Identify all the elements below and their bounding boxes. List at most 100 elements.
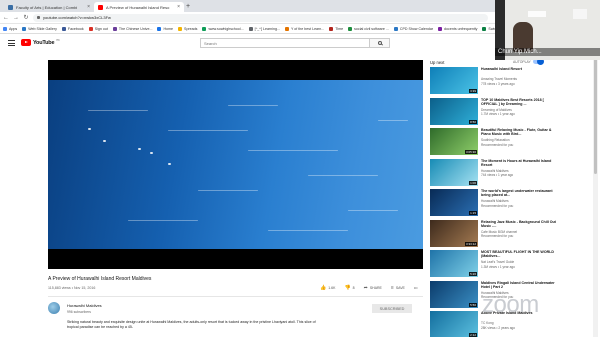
youtube-logo-text: YouTube <box>33 39 55 46</box>
bookmark-favicon-icon <box>284 26 289 31</box>
bookmark-item[interactable]: Home <box>157 26 174 31</box>
recommended-video-title[interactable]: Maldives Ringali Island Central Underwat… <box>481 281 559 290</box>
bookmark-item[interactable]: Sign out <box>88 26 108 31</box>
share-icon: ➦ <box>363 285 368 291</box>
subscribe-button[interactable]: SUBSCRIBED <box>372 304 412 313</box>
bookmark-item[interactable]: Apps <box>3 26 17 31</box>
bookmark-label: Facebook <box>67 26 84 31</box>
bookmark-label: Sign out <box>94 26 108 31</box>
bookmark-favicon-icon <box>393 26 398 31</box>
bookmark-item[interactable]: docents unfrequently <box>438 26 477 31</box>
recommended-video-title[interactable]: Hurawalhi Island Resort <box>481 67 559 71</box>
back-arrow-icon[interactable]: ← <box>3 15 9 21</box>
hamburger-menu-icon[interactable] <box>8 40 15 46</box>
bookmark-item[interactable]: Web Slide Gallery <box>22 26 57 31</box>
bookmark-item[interactable]: Spreads <box>178 26 197 31</box>
forward-arrow-icon[interactable]: → <box>13 15 19 21</box>
bookmark-item[interactable]: The Chinese Unive... <box>112 26 152 31</box>
new-tab-button[interactable]: + <box>186 2 190 11</box>
recommended-video-title[interactable]: The world's largest underwater restauran… <box>481 189 559 198</box>
video-duration: 3:33:12 <box>464 241 477 246</box>
video-thumbnail[interactable]: 2:12 <box>430 311 478 337</box>
video-thumbnail[interactable]: 5:26 <box>430 250 478 277</box>
tab-label: Faculty of Arts | Education | Combi <box>16 4 78 10</box>
video-thumbnail[interactable]: 3:05:30 <box>430 128 478 155</box>
youtube-logo[interactable]: YouTube HK <box>21 39 60 46</box>
bookmark-item[interactable]: social civil software ... <box>348 26 389 31</box>
recommended-video-title[interactable]: Beautiful Relaxing Music - Flute, Guitar… <box>481 128 559 137</box>
bookmark-item[interactable]: Y of the best Learn... <box>284 26 324 31</box>
bookmark-item[interactable]: CPD Show Calendar <box>393 26 434 31</box>
close-tab-icon[interactable]: × <box>177 4 180 10</box>
video-thumbnail[interactable]: 1:06 <box>430 158 478 186</box>
wave-streak <box>308 175 378 176</box>
autoplay-label: AUTOPLAY <box>513 60 531 64</box>
recommended-video[interactable]: 3:39 Hurawalhi Island Resort Amazing Trave… <box>430 67 560 95</box>
bookmark-item[interactable]: Time <box>329 26 343 31</box>
more-actions-button[interactable]: ••• <box>414 286 418 290</box>
bookmark-item[interactable]: [^_^] Learning... <box>248 26 280 31</box>
recommended-video-meta: Recommended for you <box>481 203 514 208</box>
video-duration: 1:15 <box>469 211 477 215</box>
wave-streak <box>348 210 398 211</box>
video-thumbnail[interactable]: 8:50 <box>430 97 478 125</box>
like-count: 1.6K <box>328 286 336 290</box>
boat-speck <box>138 148 141 150</box>
bookmark-item[interactable]: Facebook <box>61 26 84 31</box>
bookmark-favicon-icon <box>248 26 253 31</box>
reload-icon[interactable]: ↻ <box>23 14 29 21</box>
bookmark-favicon-icon <box>329 26 334 31</box>
scrollbar-thumb[interactable] <box>594 54 597 174</box>
page-scrollbar[interactable] <box>593 52 598 337</box>
video-view-count: 115,883 views • Nov 15, 2016 <box>48 286 96 290</box>
recommended-video-title[interactable]: TOP 10 Maldives Best Resorts 2018 [ OFFI… <box>481 98 559 107</box>
video-thumbnail[interactable]: 3:33:12 <box>430 219 478 247</box>
recommended-video-title[interactable]: Relaxing Jazz Music - Background Chill O… <box>481 220 559 229</box>
recommended-video[interactable]: 8:50 TOP 10 Maldives Best Resorts 2018 [ … <box>430 97 560 126</box>
recommended-video-channel: Hurawalhi Maldives <box>481 199 509 203</box>
bookmark-favicon-icon <box>482 26 487 31</box>
bookmark-item[interactable]: www.sowhighschool... <box>202 26 244 31</box>
bookmark-label: Web Slide Gallery <box>28 26 57 31</box>
recommended-video-channel: Dreaming of Maldives <box>481 107 512 112</box>
share-button[interactable]: ➦ SHARE <box>364 285 382 291</box>
recommended-video-meta: 1.7M views • 1 year ago <box>481 112 515 116</box>
wave-streak <box>248 150 338 151</box>
recommended-video[interactable]: 3:05:30 Beautiful Relaxing Music - Flute,… <box>430 128 560 156</box>
bookmark-favicon-icon <box>157 26 162 31</box>
save-label: SAVE <box>395 286 405 290</box>
recommended-video-channel: Hurawalhi Maldives <box>481 168 509 173</box>
recommended-video-channel: Cafe Music BGM channel <box>481 229 518 234</box>
url-field[interactable]: youtube.com/watch?v=nwkw3xCL3Fw <box>33 13 488 22</box>
recommended-video[interactable]: 5:26 MOST BEAUTIFUL FLIGHT IN THE WORLD (… <box>430 250 560 278</box>
recommended-video-channel: Nat Leaf's Travel Guide <box>481 260 515 264</box>
search-button[interactable] <box>370 38 390 48</box>
channel-name[interactable]: Hurawalhi Maldives <box>67 303 102 308</box>
like-button[interactable]: 👍 1.6K <box>320 285 335 291</box>
search-input[interactable] <box>200 38 370 48</box>
video-thumbnail[interactable]: 3:39 <box>430 67 478 94</box>
bookmark-label: CPD Show Calendar <box>399 26 434 31</box>
save-button[interactable]: ≡ SAVE <box>391 285 405 291</box>
browser-tab-faculty[interactable]: Faculty of Arts | Education | Combi × <box>4 2 94 12</box>
recommended-video[interactable]: 3:33:12 Relaxing Jazz Music - Background … <box>430 219 560 248</box>
wave-streak <box>88 110 148 111</box>
video-player[interactable] <box>48 60 423 269</box>
video-thumbnail[interactable]: 5:56 <box>430 280 478 308</box>
bookmark-label: Home <box>163 26 174 31</box>
recommended-video-title[interactable]: The Moment is Hours at Hurawalhi Island … <box>481 159 559 168</box>
channel-avatar[interactable] <box>48 302 60 314</box>
recommended-video-title[interactable]: MOST BEAUTIFUL FLIGHT IN THE WORLD (Mald… <box>481 250 559 259</box>
share-label: SHARE <box>369 286 382 290</box>
webcam-participant-name: Chun Yip Mich... <box>495 48 600 56</box>
webcam-overlay: Chun Yip Mich... <box>495 0 600 60</box>
browser-tab-video[interactable]: A Preview of Hurawalhi Island Reso × <box>94 2 184 12</box>
dislike-button[interactable]: 👎 8 <box>344 285 354 291</box>
bookmark-favicon-icon <box>22 26 27 31</box>
bookmark-favicon-icon <box>348 26 353 31</box>
recommended-video[interactable]: 1:06 The Moment is Hours at Hurawalhi Isl… <box>430 158 560 187</box>
video-thumbnail[interactable]: 1:15 <box>430 189 478 216</box>
recommended-video[interactable]: 1:15 The world's largest underwater resta… <box>430 189 560 217</box>
bookmark-label: [^_^] Learning... <box>254 26 280 31</box>
close-tab-icon[interactable]: × <box>87 4 90 10</box>
